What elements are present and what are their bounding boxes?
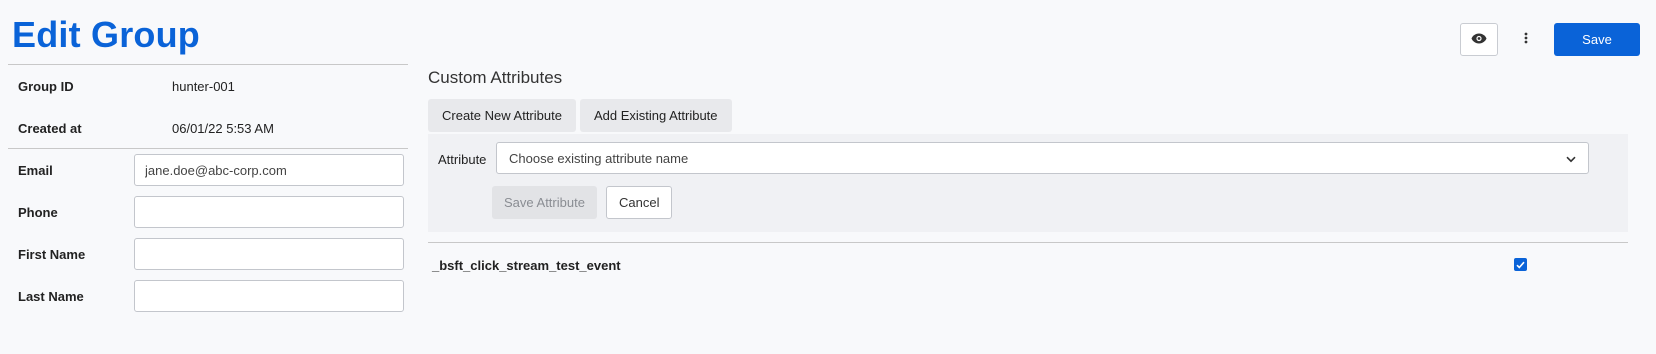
created-at-label: Created at bbox=[18, 120, 82, 136]
group-id-value: hunter-001 bbox=[172, 78, 235, 94]
group-details-panel: Group ID hunter-001 Created at 06/01/22 … bbox=[8, 64, 408, 318]
created-at-row: Created at 06/01/22 5:53 AM bbox=[8, 107, 408, 149]
attribute-name: _bsft_click_stream_test_event bbox=[432, 257, 621, 273]
phone-field[interactable] bbox=[134, 196, 404, 228]
first-name-row: First Name bbox=[8, 232, 408, 276]
group-id-label: Group ID bbox=[18, 78, 74, 94]
group-id-row: Group ID hunter-001 bbox=[8, 65, 408, 107]
preview-button[interactable] bbox=[1460, 23, 1498, 56]
more-options-button[interactable] bbox=[1518, 23, 1534, 56]
create-new-attribute-button[interactable]: Create New Attribute bbox=[428, 99, 576, 132]
last-name-label: Last Name bbox=[18, 288, 84, 304]
save-button[interactable]: Save bbox=[1554, 23, 1640, 56]
attribute-checkbox[interactable] bbox=[1514, 258, 1527, 271]
created-at-value: 06/01/22 5:53 AM bbox=[172, 120, 274, 136]
attribute-row: _bsft_click_stream_test_event bbox=[428, 243, 1628, 287]
email-field[interactable] bbox=[134, 154, 404, 186]
attribute-select[interactable]: Choose existing attribute name bbox=[496, 142, 1589, 174]
page-title: Edit Group bbox=[12, 14, 200, 55]
email-row: Email bbox=[8, 148, 408, 192]
first-name-label: First Name bbox=[18, 246, 86, 262]
first-name-field[interactable] bbox=[134, 238, 404, 270]
email-label: Email bbox=[18, 162, 53, 178]
attribute-select-placeholder: Choose existing attribute name bbox=[509, 150, 689, 166]
checkmark-icon bbox=[1516, 261, 1525, 269]
phone-label: Phone bbox=[18, 204, 58, 220]
last-name-field[interactable] bbox=[134, 280, 404, 312]
add-attribute-form: Attribute Choose existing attribute name… bbox=[428, 134, 1628, 232]
eye-icon bbox=[1471, 31, 1487, 49]
save-attribute-button[interactable]: Save Attribute bbox=[492, 186, 597, 219]
attribute-actions: Create New Attribute Add Existing Attrib… bbox=[428, 99, 1628, 132]
phone-row: Phone bbox=[8, 190, 408, 234]
custom-attributes-panel: Custom Attributes Create New Attribute A… bbox=[428, 64, 1628, 287]
header-actions: Save bbox=[1460, 23, 1640, 56]
kebab-menu-icon bbox=[1524, 31, 1528, 49]
last-name-row: Last Name bbox=[8, 274, 408, 318]
add-existing-attribute-button[interactable]: Add Existing Attribute bbox=[579, 99, 732, 132]
cancel-button[interactable]: Cancel bbox=[606, 186, 673, 219]
custom-attributes-title: Custom Attributes bbox=[428, 68, 563, 87]
attribute-label: Attribute bbox=[438, 152, 487, 167]
chevron-down-icon bbox=[1566, 151, 1576, 166]
